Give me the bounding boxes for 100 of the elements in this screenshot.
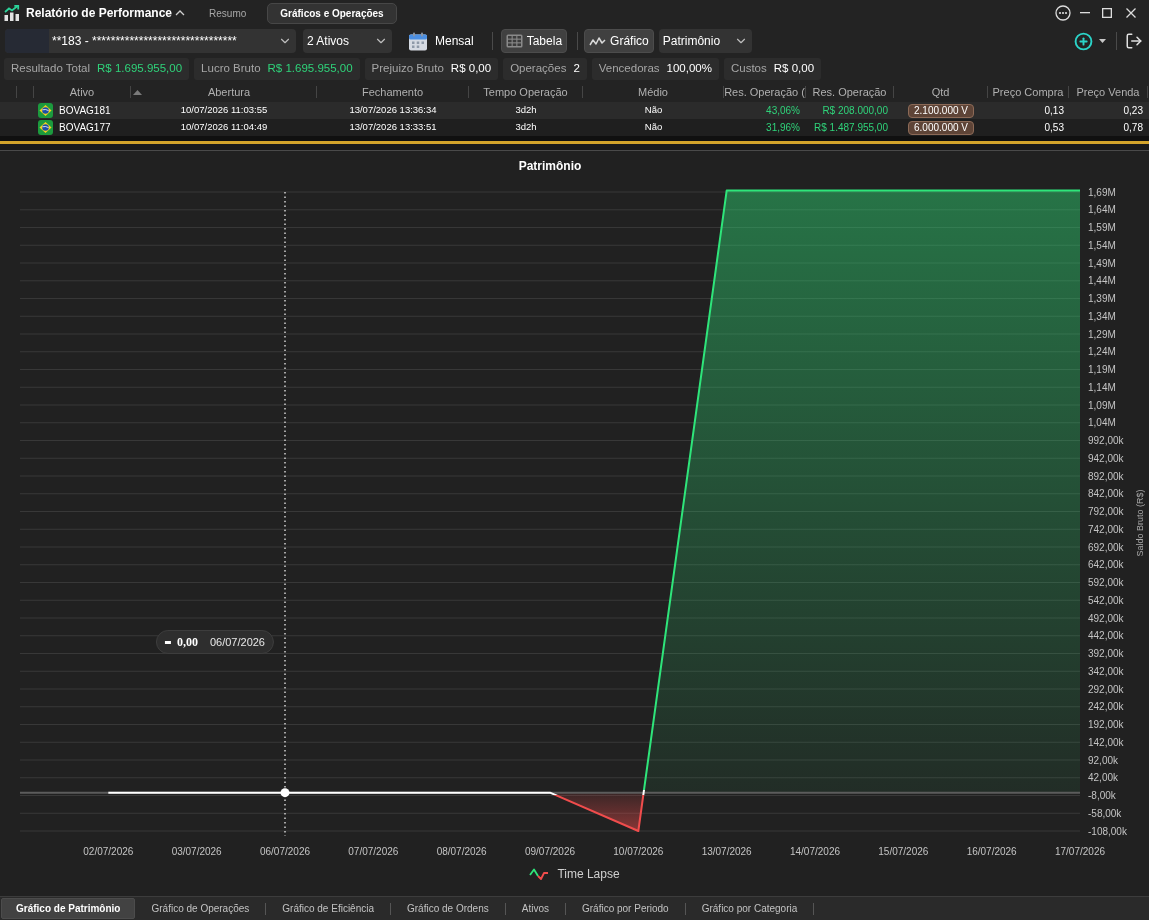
- view-button[interactable]: Gráfico: [584, 29, 654, 53]
- x-axis-label: 03/07/2026: [171, 846, 222, 857]
- y-axis-label: 542,00k: [1088, 594, 1124, 606]
- bottom-tab[interactable]: Gráfico por Categoria: [685, 898, 814, 919]
- table-icon: [505, 34, 523, 48]
- window-tab[interactable]: Gráficos e Operações: [267, 2, 397, 24]
- legend-line-icon[interactable]: [529, 868, 550, 880]
- y-axis-label: 1,14M: [1088, 381, 1116, 393]
- window-tab[interactable]: Resumo: [197, 2, 259, 24]
- x-axis-label: 09/07/2026: [524, 846, 576, 857]
- column-header[interactable]: Res. Operação: [812, 83, 887, 101]
- stat-value: R$ 1.695.955,00: [97, 61, 183, 77]
- caret-down-icon: [1099, 39, 1106, 43]
- stat-value: R$ 0,00: [773, 61, 815, 77]
- y-axis-label: 1,69M: [1088, 186, 1116, 198]
- y-axis-label: 1,64M: [1088, 204, 1116, 216]
- table-row[interactable]: BOVAG177 10/07/2026 11:04:49 13/07/2026 13:33:51 3d2h Não 31,96% R$ 1.487.955,00 6.000.000 V 0,53 0,78: [0, 119, 1149, 136]
- stat-value: 100,00%: [666, 61, 712, 77]
- flag-icon: [38, 120, 53, 135]
- bottom-tab[interactable]: Gráfico por Periodo: [565, 898, 685, 919]
- column-header[interactable]: Tempo Operação: [483, 83, 568, 101]
- more-icon: [1055, 5, 1071, 21]
- quantity-badge: 6.000.000 V: [908, 120, 974, 135]
- table-cell: 10/07/2026 11:03:55: [180, 103, 268, 118]
- column-header[interactable]: Res. Operação (: [724, 83, 805, 101]
- close-icon: [1126, 8, 1136, 18]
- table-cell-text: R$ 208.000,00: [822, 104, 888, 118]
- x-axis-label: 08/07/2026: [436, 846, 487, 857]
- y-axis-label: 342,00k: [1088, 665, 1124, 677]
- y-axis-label: 442,00k: [1088, 630, 1124, 642]
- table-cell-text: 0,13: [1044, 104, 1064, 118]
- table-cell: 13/07/2026 13:36:34: [349, 103, 437, 118]
- window-title: Relatório de Performance: [26, 5, 173, 22]
- x-axis-label: 06/07/2026: [259, 846, 311, 857]
- y-axis-title: Saldo Bruto (R$): [1134, 489, 1145, 557]
- column-header[interactable]: Médio: [638, 83, 668, 101]
- y-axis-label: 642,00k: [1088, 559, 1124, 571]
- y-axis-label: 1,29M: [1088, 328, 1116, 340]
- bottom-tab[interactable]: Gráfico de Patrimônio: [1, 898, 136, 919]
- y-axis-label: -8,00k: [1088, 790, 1116, 801]
- y-axis-label: 142,00k: [1088, 736, 1124, 748]
- line-chart-icon: [589, 35, 607, 47]
- assets-select[interactable]: 2 Ativos: [303, 29, 392, 53]
- bottom-tab[interactable]: Ativos: [505, 898, 565, 919]
- y-axis-label: 692,00k: [1088, 541, 1124, 553]
- column-header[interactable]: Abertura: [207, 83, 251, 101]
- stat-value: 2: [573, 61, 580, 77]
- x-axis-label: 16/07/2026: [966, 846, 1017, 857]
- account-select[interactable]: **183 - *******************************: [5, 29, 296, 53]
- table-cell-text: R$ 1.487.955,00: [814, 121, 888, 135]
- table-cell-text: BOVAG181: [59, 104, 111, 118]
- stat-label: Prejuizo Bruto: [371, 61, 444, 77]
- caret-up-icon[interactable]: [175, 10, 186, 16]
- chart-select[interactable]: Patrimônio: [658, 29, 752, 53]
- column-header[interactable]: Ativo: [69, 83, 95, 101]
- y-axis-label: -108,00k: [1088, 825, 1127, 837]
- x-axis-label: 17/07/2026: [1054, 846, 1106, 857]
- period-button[interactable]: Mensal: [406, 29, 476, 53]
- bottom-tab[interactable]: Gráfico de Eficiência: [266, 898, 390, 919]
- table-cell-text: 31,96%: [766, 121, 800, 135]
- x-axis-label: 10/07/2026: [613, 846, 664, 857]
- x-axis-label: 15/07/2026: [878, 846, 929, 857]
- y-axis-label: 292,00k: [1088, 683, 1124, 695]
- y-axis-label: 42,00k: [1088, 772, 1119, 784]
- column-header[interactable]: Preço Venda: [1076, 83, 1140, 101]
- table-row[interactable]: BOVAG181 10/07/2026 11:03:55 13/07/2026 13:36:34 3d2h Não 43,06% R$ 208.000,00 2.100.000 V 0,13 0,23: [0, 102, 1149, 119]
- y-axis-label: 592,00k: [1088, 577, 1124, 588]
- table-cell-text: 0,53: [1044, 121, 1064, 135]
- column-header[interactable]: Preço Compra: [992, 83, 1064, 101]
- x-axis-label: 14/07/2026: [789, 846, 841, 857]
- table-cell-text: 43,06%: [766, 104, 800, 118]
- column-header[interactable]: Fechamento: [361, 83, 424, 101]
- y-axis-label: 242,00k: [1088, 701, 1124, 713]
- table-cell: 3d2h: [515, 120, 537, 135]
- chart-title: Patrimônio: [518, 159, 582, 175]
- table-cell-text: 0,78: [1123, 121, 1143, 135]
- x-axis-label: 02/07/2026: [83, 846, 134, 857]
- tooltip-date: 06/07/2026: [209, 634, 265, 650]
- bottom-tab[interactable]: Gráfico de Ordens: [391, 898, 505, 919]
- x-axis-label: 07/07/2026: [348, 846, 399, 857]
- bottom-tab[interactable]: Gráfico de Operações: [135, 898, 266, 919]
- y-axis-label: 92,00k: [1088, 754, 1119, 766]
- point-marker-icon: [280, 788, 290, 798]
- column-header[interactable]: Qtd: [931, 83, 950, 101]
- view-button[interactable]: Tabela: [500, 29, 568, 53]
- calendar-icon: [408, 31, 428, 51]
- logout-icon: [1125, 32, 1143, 50]
- stat-label: Operações: [510, 61, 567, 77]
- stat-value: R$ 0,00: [450, 61, 492, 77]
- y-axis-label: 1,39M: [1088, 293, 1116, 304]
- legend-label[interactable]: Time Lapse: [557, 865, 620, 883]
- sort-up-icon[interactable]: [133, 89, 142, 95]
- y-axis-label: 1,04M: [1088, 417, 1116, 429]
- y-axis-label: 892,00k: [1088, 470, 1124, 482]
- y-axis-label: 842,00k: [1088, 488, 1124, 500]
- y-axis-label: 992,00k: [1088, 435, 1124, 446]
- y-axis-label: 1,09M: [1088, 399, 1116, 411]
- y-axis-label: 742,00k: [1088, 523, 1124, 535]
- y-axis-label: 942,00k: [1088, 452, 1124, 464]
- y-axis-label: 1,19M: [1088, 364, 1116, 375]
